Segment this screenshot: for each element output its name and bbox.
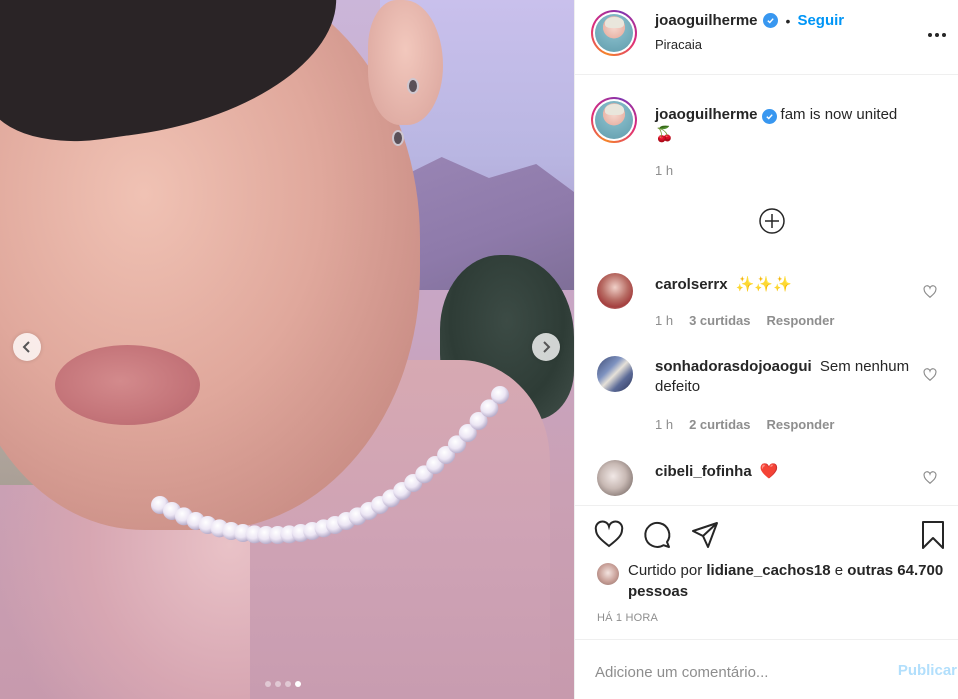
comment-likes[interactable]: 3 curtidas [689,313,750,328]
author-avatar[interactable] [591,10,637,56]
comment-time[interactable]: 1 h [655,313,673,328]
comment-button[interactable] [642,520,672,550]
chevron-right-icon [543,341,551,353]
heart-icon[interactable] [923,471,937,485]
liker-username[interactable]: lidiane_cachos18 [706,562,830,579]
publish-button[interactable]: Publicar [898,662,957,679]
bookmark-button[interactable] [918,520,948,550]
carousel-dot [285,681,291,687]
post-header: joaoguilherme • Seguir Piracaia [575,0,958,75]
add-comment-bar: Publicar [575,639,958,699]
verified-icon [761,109,777,124]
verified-icon [762,13,778,28]
chevron-left-icon [22,341,30,353]
like-button[interactable] [594,520,624,550]
comment-username[interactable]: cibeli_fofinha [655,463,752,480]
reply-button[interactable]: Responder [767,313,835,328]
caption-emoji: 🍒 [655,126,674,143]
comment-input[interactable] [595,660,875,684]
separator-dot: • [785,12,791,29]
commenter-avatar[interactable] [597,356,633,392]
likes-prefix: Curtido por [628,562,703,579]
carousel-dot-active [295,681,301,687]
comment-time[interactable]: 1 h [655,417,673,432]
action-bar: Curtido por lidiane_cachos18 e outras 64… [575,505,958,639]
next-photo-button[interactable] [532,333,560,361]
comment-likes[interactable]: 2 curtidas [689,417,750,432]
caption-text: fam is now united [780,106,898,123]
post-photo [0,0,574,699]
caption-timestamp[interactable]: 1 h [655,163,673,178]
follow-button[interactable]: Seguir [797,12,844,29]
comment-username[interactable]: carolserrx [655,276,728,293]
pearl-necklace [151,386,509,544]
carousel-dot [275,681,281,687]
liker-avatar[interactable] [597,563,619,585]
more-icon [928,33,946,37]
comment-username[interactable]: sonhadorasdojoaogui [655,358,812,375]
commenter-avatar[interactable] [597,460,633,496]
plus-circle-icon[interactable] [759,208,785,234]
previous-photo-button[interactable] [13,333,41,361]
post-dialog: joaoguilherme • Seguir Piracaia joaoguil… [0,0,958,699]
comment-text: ✨✨✨ [735,276,792,293]
more-options-button[interactable] [925,23,949,47]
post-location[interactable]: Piracaia [655,37,702,52]
heart-icon[interactable] [923,285,937,299]
likes-connector: e [834,562,844,579]
commenter-avatar[interactable] [597,273,633,309]
caption-author-avatar[interactable] [591,97,637,143]
comment-text: ❤️ [759,463,779,480]
post-timestamp[interactable]: HÁ 1 HORA [597,612,658,624]
share-button[interactable] [690,520,720,550]
post-sidebar: joaoguilherme • Seguir Piracaia joaoguil… [574,0,958,699]
author-username[interactable]: joaoguilherme [655,12,758,29]
carousel-dot [265,681,271,687]
heart-icon[interactable] [923,368,937,382]
carousel-indicator [265,681,301,687]
pearl-bead [491,386,509,404]
caption-author-username[interactable]: joaoguilherme [655,106,758,123]
reply-button[interactable]: Responder [767,417,835,432]
